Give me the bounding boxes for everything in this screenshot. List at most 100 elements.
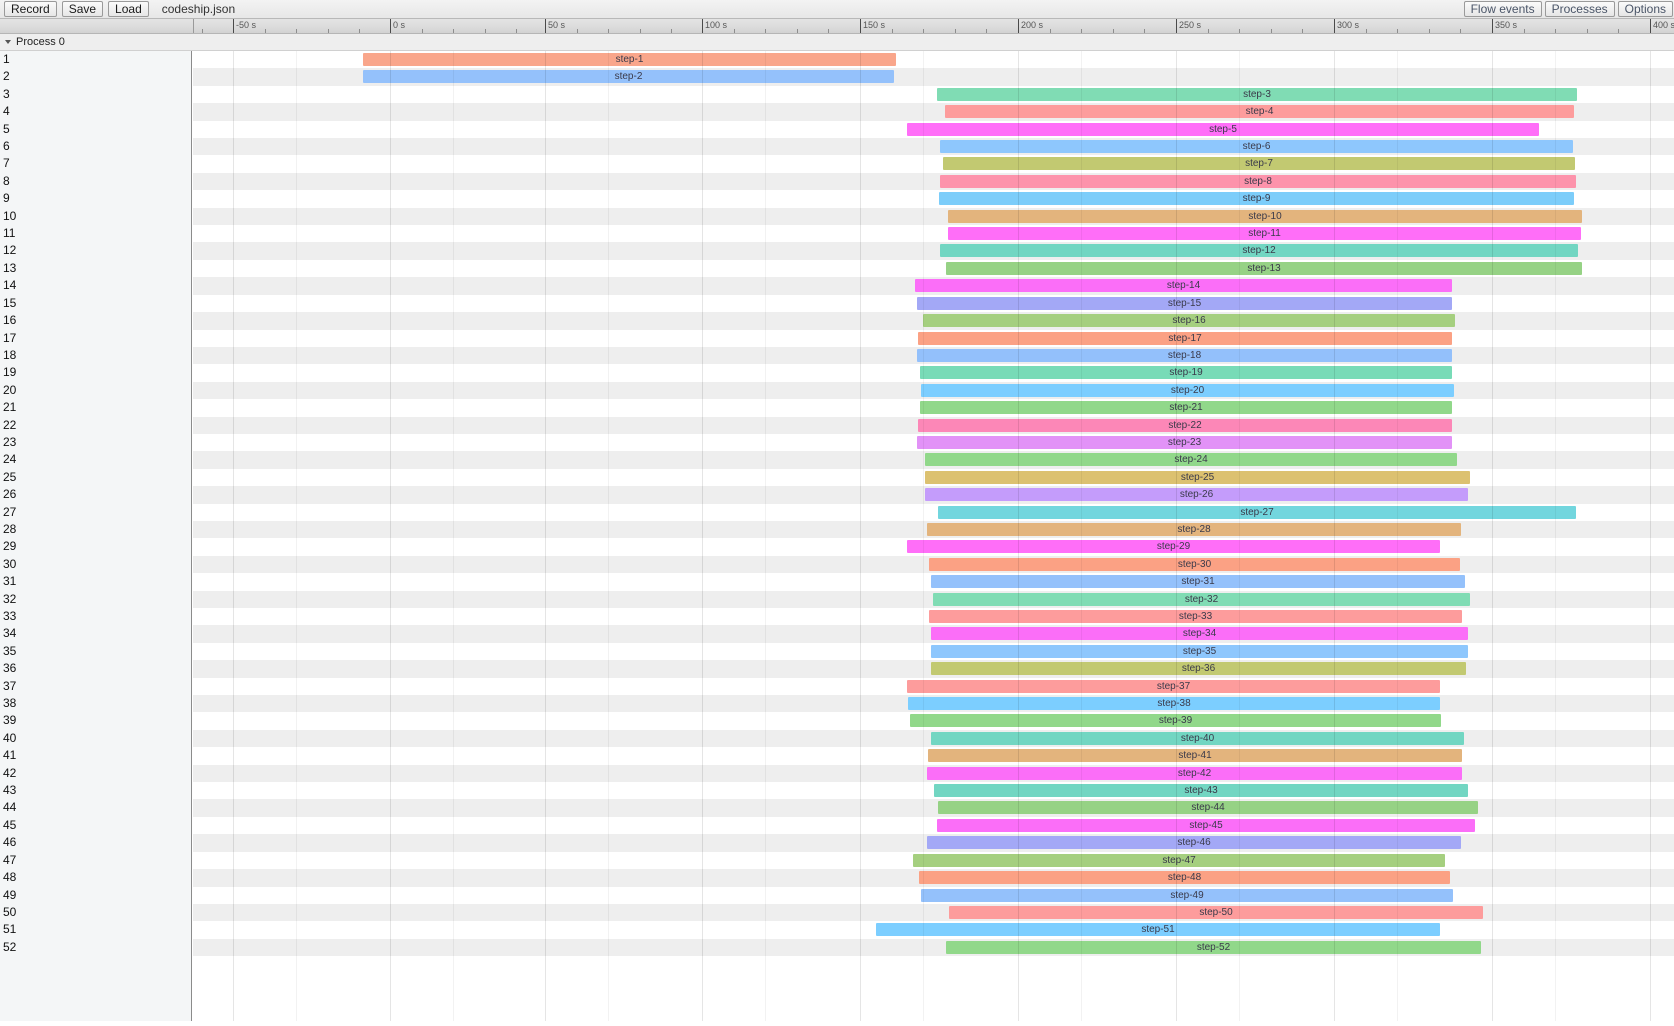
timeline-bar[interactable]: step-22	[918, 418, 1452, 432]
timeline-bar[interactable]: step-3	[937, 87, 1577, 101]
timeline-bar[interactable]: step-21	[920, 401, 1452, 415]
triangle-down-icon[interactable]	[5, 40, 11, 44]
timeline-bar[interactable]: step-8	[940, 174, 1576, 188]
timeline-bar[interactable]: step-42	[927, 766, 1462, 780]
timeline-row[interactable]: step-11	[193, 225, 1674, 243]
timeline-row[interactable]: step-50	[193, 903, 1674, 922]
timeline-row[interactable]: step-5	[193, 120, 1674, 139]
timeline-bar[interactable]: step-6	[940, 140, 1573, 154]
timeline-bar[interactable]: step-9	[939, 192, 1574, 206]
timeline-bar[interactable]: step-24	[925, 453, 1457, 467]
timeline-bar[interactable]: step-37	[907, 679, 1440, 693]
timeline-bar[interactable]: step-34	[931, 627, 1468, 641]
timeline-bar[interactable]: step-32	[933, 592, 1470, 606]
timeline-row[interactable]: step-48	[193, 869, 1674, 887]
timeline-row[interactable]: step-23	[193, 433, 1674, 452]
timeline-row[interactable]: step-36	[193, 660, 1674, 678]
timeline-bar[interactable]: step-47	[913, 853, 1445, 867]
timeline-bar[interactable]: step-11	[948, 227, 1581, 241]
timeline-row[interactable]: step-49	[193, 886, 1674, 904]
timeline-row[interactable]: step-24	[193, 451, 1674, 469]
timeline-bar[interactable]: step-20	[921, 383, 1454, 397]
timeline-row[interactable]: step-41	[193, 747, 1674, 765]
timeline-row[interactable]: step-2	[193, 68, 1674, 86]
timeline-row[interactable]: step-20	[193, 381, 1674, 400]
timeline-bar[interactable]: step-31	[931, 575, 1465, 589]
timeline-row[interactable]: step-6	[193, 138, 1674, 156]
timeline-row[interactable]: step-40	[193, 729, 1674, 748]
timeline-bar[interactable]: step-51	[876, 923, 1440, 937]
timeline-row[interactable]: step-3	[193, 85, 1674, 104]
timeline-bar[interactable]: step-38	[908, 697, 1440, 711]
timeline-row[interactable]: step-18	[193, 346, 1674, 365]
save-button[interactable]: Save	[61, 1, 104, 17]
timeline-row[interactable]: step-25	[193, 468, 1674, 487]
timeline-row[interactable]: step-52	[193, 938, 1674, 957]
timeline-bar[interactable]: step-39	[910, 714, 1441, 728]
timeline-bar[interactable]: step-33	[929, 610, 1462, 623]
timeline-bar[interactable]: step-45	[937, 818, 1475, 832]
timeline-row[interactable]: step-32	[193, 590, 1674, 608]
timeline-bar[interactable]: step-46	[927, 836, 1461, 850]
timeline-bar[interactable]: step-7	[943, 157, 1575, 171]
timeline-bar[interactable]: step-28	[927, 522, 1461, 536]
timeline-row[interactable]: step-15	[193, 294, 1674, 313]
timeline-row[interactable]: step-28	[193, 520, 1674, 539]
timeline-bar[interactable]: step-2	[363, 70, 894, 84]
timeline-bar[interactable]: step-15	[917, 296, 1452, 310]
timeline-bar[interactable]: step-27	[938, 505, 1576, 519]
timeline-row[interactable]: step-35	[193, 642, 1674, 661]
timeline-row[interactable]: step-9	[193, 190, 1674, 208]
timeline-bar[interactable]: step-5	[907, 122, 1539, 136]
timeline-row[interactable]: step-14	[193, 277, 1674, 295]
timeline-row[interactable]: step-8	[193, 172, 1674, 191]
timeline-row[interactable]: step-51	[193, 921, 1674, 939]
time-ruler[interactable]: -50 s 0 s 50 s 100 s 150 s 200 s 250 s 300 s 350…	[0, 19, 1674, 34]
timeline-row[interactable]: step-45	[193, 816, 1674, 835]
timeline-row[interactable]: step-30	[193, 555, 1674, 574]
timeline-row[interactable]: step-16	[193, 312, 1674, 330]
timeline-row[interactable]: step-37	[193, 677, 1674, 696]
timeline-bar[interactable]: step-41	[928, 749, 1462, 763]
timeline-bar[interactable]: step-13	[946, 261, 1582, 275]
timeline-bar[interactable]: step-50	[949, 905, 1483, 919]
record-button[interactable]: Record	[4, 1, 57, 17]
timeline-row[interactable]: step-44	[193, 799, 1674, 817]
timeline-row[interactable]: step-29	[193, 538, 1674, 556]
timeline-row[interactable]: step-21	[193, 399, 1674, 417]
timeline-bar[interactable]: step-36	[931, 662, 1466, 676]
timeline-row[interactable]: step-12	[193, 242, 1674, 260]
timeline-row[interactable]: step-17	[193, 329, 1674, 347]
timeline-row[interactable]: step-31	[193, 573, 1674, 591]
timeline-bar[interactable]: step-4	[945, 105, 1574, 119]
timeline-row[interactable]: step-19	[193, 364, 1674, 382]
timeline-bar[interactable]: step-18	[917, 348, 1452, 362]
timeline-bar[interactable]: step-25	[925, 470, 1470, 484]
timeline-bar[interactable]: step-29	[907, 540, 1440, 554]
timeline-bar[interactable]: step-26	[925, 488, 1468, 502]
timeline-bar[interactable]: step-12	[940, 244, 1578, 258]
timeline-bar[interactable]: step-35	[931, 644, 1468, 658]
timeline-row[interactable]: step-4	[193, 103, 1674, 121]
timeline-row[interactable]: step-7	[193, 155, 1674, 173]
timeline-row[interactable]: step-33	[193, 608, 1674, 626]
flow-events-button[interactable]: Flow events	[1463, 1, 1542, 17]
timeline-bar[interactable]: step-23	[917, 435, 1452, 449]
timeline-row[interactable]: step-10	[193, 207, 1674, 226]
timeline-bar[interactable]: step-52	[946, 940, 1481, 954]
timeline-bar[interactable]: step-40	[931, 731, 1464, 745]
timeline-bar[interactable]: step-44	[938, 801, 1478, 815]
timeline-bar[interactable]: step-16	[923, 314, 1455, 328]
timeline-bar[interactable]: step-49	[921, 888, 1453, 902]
timeline-row[interactable]: step-46	[193, 834, 1674, 852]
timeline-bar[interactable]: step-48	[919, 871, 1450, 885]
timeline-bar[interactable]: step-19	[920, 366, 1452, 380]
timeline-row[interactable]: step-27	[193, 503, 1674, 521]
timeline-bar[interactable]: step-17	[918, 331, 1452, 345]
timeline-row[interactable]: step-38	[193, 695, 1674, 713]
timeline-bar[interactable]: step-14	[915, 279, 1452, 293]
timeline-bar[interactable]: step-43	[934, 784, 1468, 798]
process-group-header[interactable]: Process 0	[0, 34, 1674, 51]
timeline-row[interactable]: step-42	[193, 764, 1674, 783]
timeline-row[interactable]: step-43	[193, 782, 1674, 800]
